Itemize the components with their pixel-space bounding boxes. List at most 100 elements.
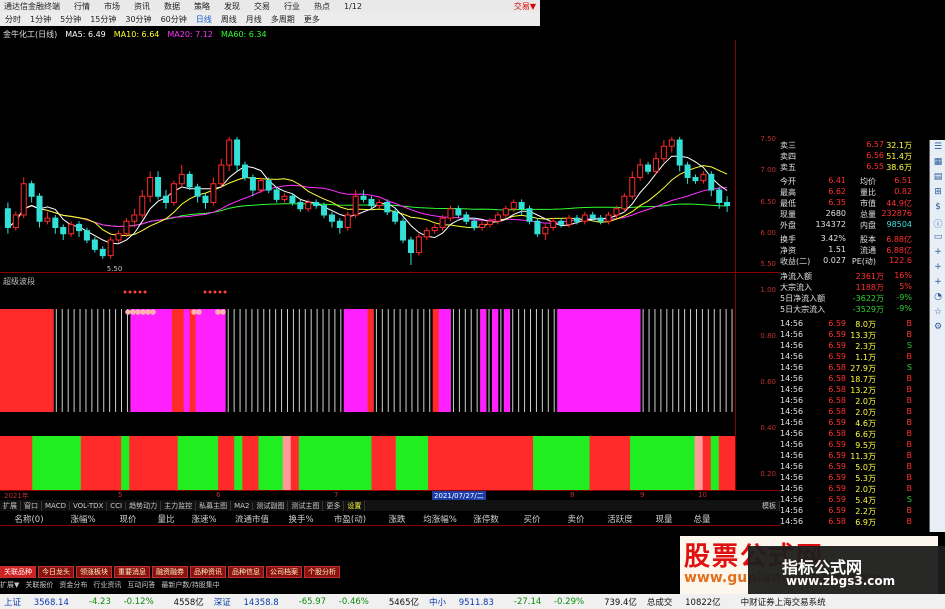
quote-column-header: 名称(0) 涨幅% 现价 量比 涨速% 流通市值 换手% 市盈(动) 涨跌 均涨… — [0, 512, 780, 526]
list-icon[interactable]: ☰ — [931, 142, 945, 155]
subtab-qa[interactable]: 互动问答 — [127, 580, 155, 590]
menu-redian[interactable]: 热点 — [314, 1, 330, 12]
plus-icon[interactable]: + — [931, 247, 945, 260]
plus-icon[interactable]: + — [931, 277, 945, 290]
col-turnover[interactable]: 换手% — [280, 513, 322, 525]
menu-shuju[interactable]: 数据 — [164, 1, 180, 12]
period-5min[interactable]: 5分钟 — [57, 13, 84, 26]
tab-ma2[interactable]: MA2 — [231, 501, 254, 510]
book-icon[interactable]: ▭ — [931, 232, 945, 245]
trend-band — [452, 436, 461, 490]
tab-window[interactable]: 窗口 — [21, 500, 42, 511]
table-icon[interactable]: ▦ — [931, 157, 945, 170]
col-pe[interactable]: 市盈(动) — [322, 513, 378, 525]
sh-index-name[interactable]: 上证 3568.14 — [4, 596, 79, 608]
template-button[interactable]: 模板 — [759, 500, 780, 511]
signal-block — [11, 309, 19, 412]
period-60min[interactable]: 60分钟 — [158, 13, 190, 26]
tab-more[interactable]: 更多 — [323, 500, 345, 511]
tab-settings[interactable]: 设置 — [344, 500, 366, 511]
col-price[interactable]: 现价 — [108, 513, 148, 525]
tab-stock-info[interactable]: 品种信息 — [228, 566, 264, 578]
tab-test-main[interactable]: 测试主图 — [288, 500, 324, 511]
col-limit-up[interactable]: 涨停数 — [464, 513, 508, 525]
tab-leader[interactable]: 今日龙头 — [38, 566, 74, 578]
period-fenshi[interactable]: 分时 — [2, 13, 24, 26]
title-bar: 通达信金融终端 行情 市场 资讯 数据 策略 发现 交易 行业 热点 1/12 … — [0, 0, 540, 12]
tab-main-monitor[interactable]: 主力监控 — [161, 500, 197, 511]
info-icon[interactable]: ⓘ — [931, 217, 945, 230]
col-avg-change[interactable]: 均涨幅% — [416, 513, 464, 525]
subtab-holders[interactable]: 最新户数/持股集中 — [161, 580, 219, 590]
col-cur-vol[interactable]: 现量 — [644, 513, 684, 525]
tab-stock-news[interactable]: 品种资讯 — [190, 566, 226, 578]
tab-cci[interactable]: CCI — [107, 501, 127, 510]
trend-band — [80, 436, 90, 490]
candlestick-chart[interactable]: 5.50 — [0, 40, 735, 272]
signal-block — [23, 309, 31, 412]
period-daily[interactable]: 日线 — [193, 13, 215, 26]
menu-hangye[interactable]: 行业 — [284, 1, 300, 12]
trend-band — [662, 436, 671, 490]
signal-block — [569, 309, 576, 412]
period-multi[interactable]: 多周期 — [268, 13, 298, 26]
menu-celue[interactable]: 策略 — [194, 1, 210, 12]
tab-company[interactable]: 公司档案 — [266, 566, 302, 578]
tab-leading-sector[interactable]: 领涨板块 — [76, 566, 112, 578]
candle-body — [76, 223, 83, 232]
col-float-cap[interactable]: 流通市值 — [224, 513, 280, 525]
period-more[interactable]: 更多 — [301, 13, 323, 26]
menu-faxian[interactable]: 发现 — [224, 1, 240, 12]
menu-jiaoyi[interactable]: 交易 — [254, 1, 270, 12]
star-icon[interactable]: ☆ — [931, 307, 945, 320]
subtab-fund-dist[interactable]: 资金分布 — [59, 580, 87, 590]
menu-zixun[interactable]: 资讯 — [134, 1, 150, 12]
col-change-pct[interactable]: 涨幅% — [58, 513, 108, 525]
tab-related[interactable]: 关联品种 — [0, 566, 36, 578]
bell-icon[interactable]: ◔ — [931, 292, 945, 305]
period-monthly[interactable]: 月线 — [243, 13, 265, 26]
sz-index-name[interactable]: 深证 14358.8 — [214, 596, 289, 608]
menu-hangqing[interactable]: 行情 — [74, 1, 90, 12]
tab-analysis[interactable]: 个股分析 — [304, 566, 340, 578]
tab-test-sub[interactable]: 测试副图 — [253, 500, 289, 511]
quote-stat-row: 今开 6.41 均价 6.51 — [780, 176, 912, 186]
trend-band — [323, 436, 332, 490]
period-15min[interactable]: 15分钟 — [87, 13, 119, 26]
tab-news[interactable]: 重要消息 — [114, 566, 150, 578]
col-speed[interactable]: 涨速% — [184, 513, 224, 525]
signal-chart[interactable] — [0, 284, 735, 490]
col-activity[interactable]: 活跃度 — [596, 513, 644, 525]
gear-icon[interactable]: ⚙ — [931, 322, 945, 335]
menu-shichang[interactable]: 市场 — [104, 1, 120, 12]
col-total-vol[interactable]: 总量 — [684, 513, 720, 525]
period-30min[interactable]: 30分钟 — [122, 13, 154, 26]
candle-body — [392, 211, 399, 222]
tab-expand[interactable]: 扩展 — [0, 500, 21, 511]
tab-vol[interactable]: VOL-TDX — [70, 501, 108, 510]
tab-margin[interactable]: 融资融券 — [152, 566, 188, 578]
candle-body — [123, 220, 130, 235]
quote-stat-row: 换手 3.42% 股本 6.88亿 — [780, 234, 912, 244]
sme-index-name[interactable]: 中小 9511.83 — [429, 596, 504, 608]
subtab-expand[interactable]: 扩展▼ — [0, 580, 19, 590]
trade-dropdown[interactable]: 交易▼ — [514, 1, 536, 12]
tab-macd[interactable]: MACD — [42, 501, 70, 510]
candle-body — [178, 173, 185, 185]
tab-trend[interactable]: 趋势动力 — [126, 500, 162, 511]
grid-icon[interactable]: ⊞ — [931, 187, 945, 200]
chart-icon[interactable]: ▤ — [931, 172, 945, 185]
period-1min[interactable]: 1分钟 — [27, 13, 54, 26]
trend-band — [282, 436, 292, 490]
col-vol-ratio[interactable]: 量比 — [148, 513, 184, 525]
subtab-industry-news[interactable]: 行业资讯 — [93, 580, 121, 590]
col-change[interactable]: 涨跌 — [378, 513, 416, 525]
col-name[interactable]: 名称(0) — [0, 513, 58, 525]
col-bid[interactable]: 买价 — [508, 513, 556, 525]
period-weekly[interactable]: 周线 — [218, 13, 240, 26]
subtab-related-quote[interactable]: 关联报价 — [25, 580, 53, 590]
col-ask[interactable]: 卖价 — [556, 513, 596, 525]
tab-private[interactable]: 私募主图 — [196, 500, 232, 511]
fund-icon[interactable]: $ — [931, 202, 945, 215]
plus-icon[interactable]: + — [931, 262, 945, 275]
